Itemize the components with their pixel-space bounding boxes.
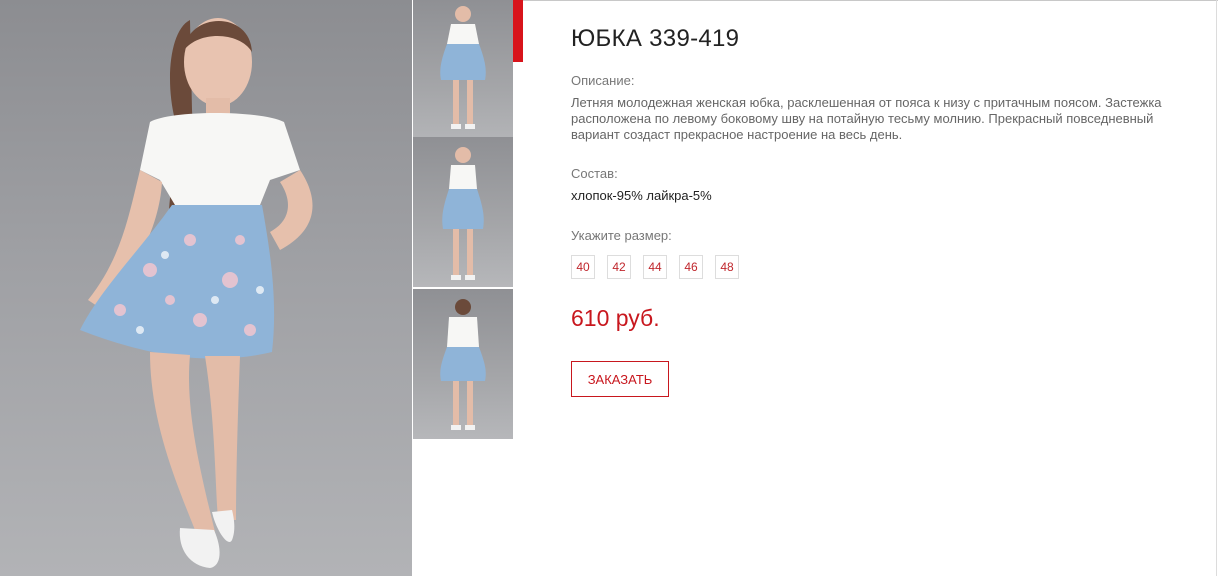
size-selector: 40 42 44 46 48 xyxy=(571,255,751,279)
thumbnail-gallery xyxy=(413,0,513,440)
product-price: 610 руб. xyxy=(571,305,660,331)
product-description: Летняя молодежная женская юбка, расклеше… xyxy=(571,95,1162,142)
accent-bar xyxy=(513,0,523,62)
thumbnail-three-quarter-view[interactable] xyxy=(413,137,513,287)
size-option-42[interactable]: 42 xyxy=(607,255,631,279)
size-option-48[interactable]: 48 xyxy=(715,255,739,279)
size-option-40[interactable]: 40 xyxy=(571,255,595,279)
thumbnail-image xyxy=(440,299,486,430)
thumbnail-back-view[interactable] xyxy=(413,289,513,439)
right-divider xyxy=(1216,0,1217,576)
top-divider xyxy=(523,0,1218,1)
product-title: ЮБКА 339-419 xyxy=(571,25,740,52)
order-button[interactable]: ЗАКАЗАТЬ xyxy=(571,361,669,397)
thumbnail-image xyxy=(440,6,486,129)
size-label: Укажите размер: xyxy=(571,228,672,243)
thumbnail-front-view[interactable] xyxy=(413,0,513,150)
description-label: Описание: xyxy=(571,73,635,88)
thumbnail-image xyxy=(442,147,484,280)
main-product-photo xyxy=(0,0,412,576)
composition-label: Состав: xyxy=(571,166,618,181)
model-illustration xyxy=(80,18,313,568)
size-option-44[interactable]: 44 xyxy=(643,255,667,279)
size-option-46[interactable]: 46 xyxy=(679,255,703,279)
product-composition: хлопок-95% лайкра-5% xyxy=(571,188,712,203)
